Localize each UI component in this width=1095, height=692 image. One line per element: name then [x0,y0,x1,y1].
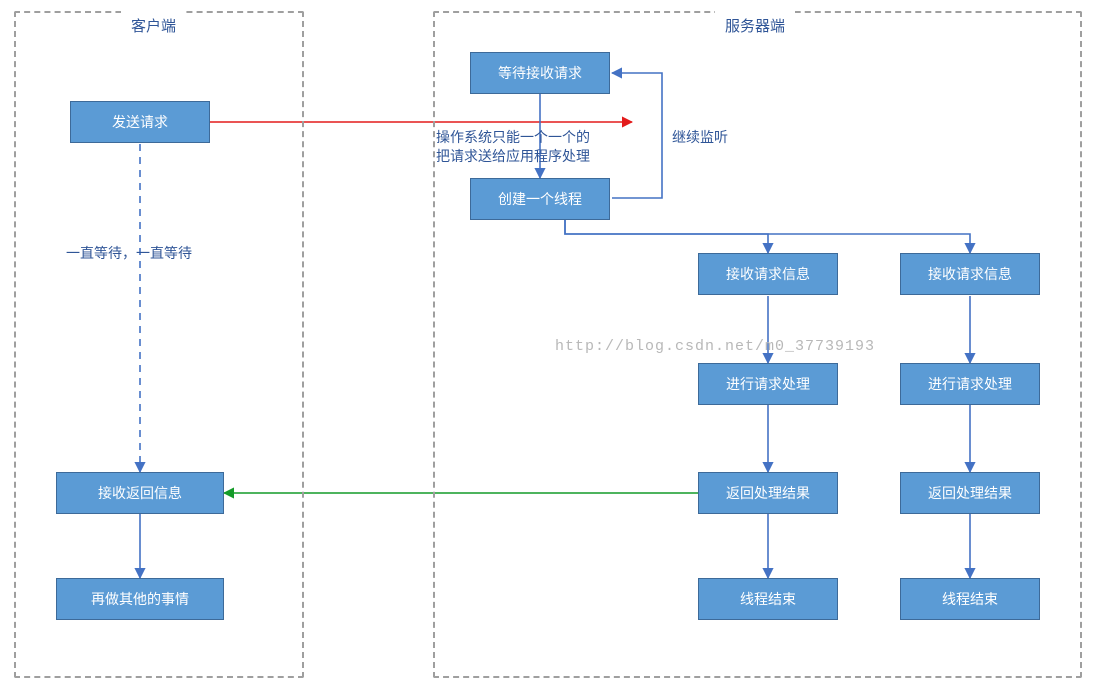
label-os-note-line1: 操作系统只能一个一个的 [436,129,590,145]
client-panel-title: 客户端 [121,11,186,40]
node-wait-request: 等待接收请求 [470,52,610,94]
label-os-note: 操作系统只能一个一个的 把请求送给应用程序处理 [436,128,590,166]
label-keep-listening: 继续监听 [672,128,728,147]
node-create-thread: 创建一个线程 [470,178,610,220]
label-keep-waiting: 一直等待，一直等待 [66,244,192,263]
node-process-req-1: 进行请求处理 [698,363,838,405]
node-thread-end-1: 线程结束 [698,578,838,620]
node-process-req-2: 进行请求处理 [900,363,1040,405]
node-do-other: 再做其他的事情 [56,578,224,620]
node-recv-response: 接收返回信息 [56,472,224,514]
node-return-result-2: 返回处理结果 [900,472,1040,514]
diagram-canvas: 客户端 服务器端 发送请求 接收返回信息 再做其他的事情 等待接收请求 创建一个… [0,0,1095,692]
label-os-note-line2: 把请求送给应用程序处理 [436,148,590,164]
node-recv-req-info-1: 接收请求信息 [698,253,838,295]
node-thread-end-2: 线程结束 [900,578,1040,620]
node-recv-req-info-2: 接收请求信息 [900,253,1040,295]
node-return-result-1: 返回处理结果 [698,472,838,514]
server-panel-title: 服务器端 [715,11,795,40]
node-send-request: 发送请求 [70,101,210,143]
